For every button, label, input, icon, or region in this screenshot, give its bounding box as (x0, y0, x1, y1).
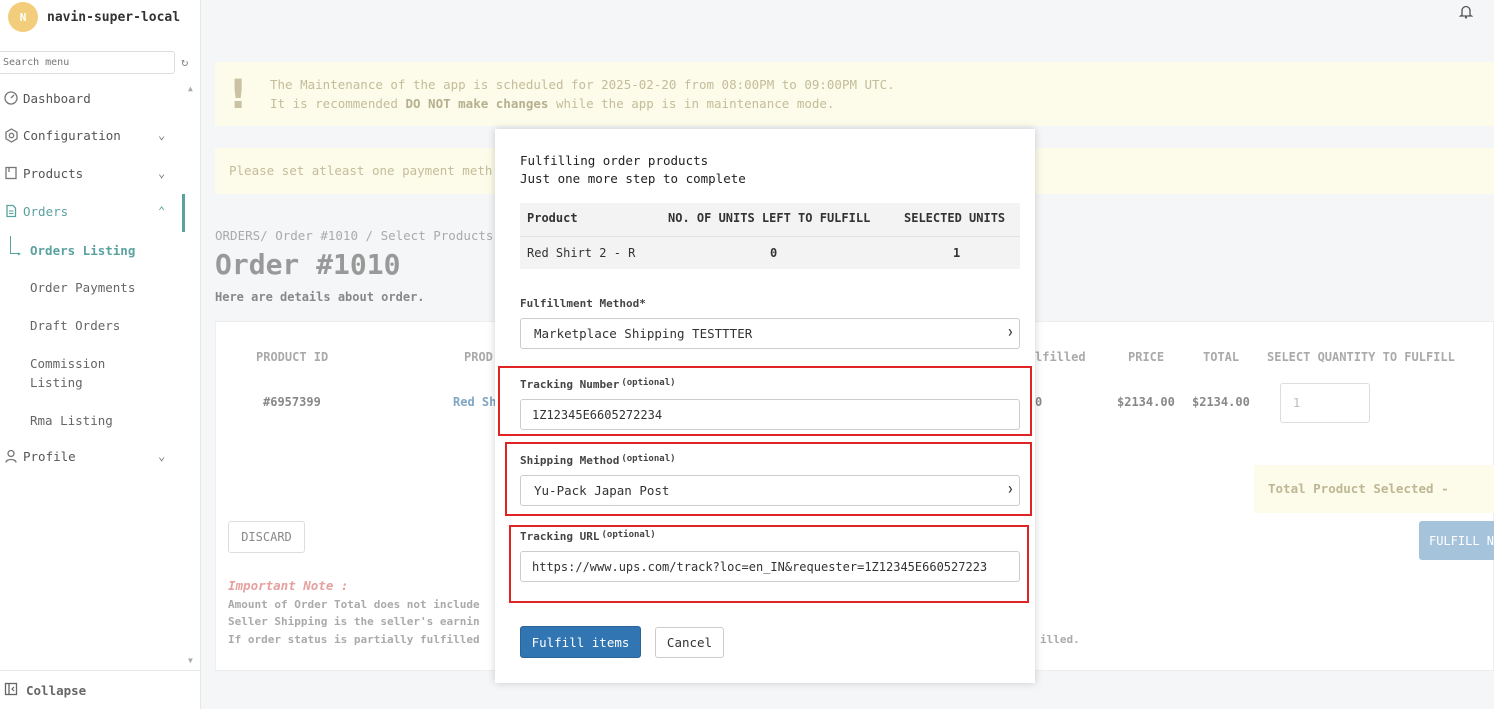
tracking-url-input[interactable] (520, 551, 1020, 582)
sidebar-subitem-rma-listing[interactable]: Rma Listing (30, 411, 113, 430)
sidebar-item-orders[interactable]: Orders ⌃ (0, 203, 165, 219)
refresh-icon[interactable]: ↻ (181, 55, 188, 69)
note-line: If order status is partially fulfilled (228, 633, 480, 646)
sidebar-subitem-commission-listing[interactable]: Commission Listing (30, 354, 105, 392)
sidebar: N navin-super-local ↻ ▲ Dashboard Config… (0, 0, 201, 709)
fulfillment-method-value: Marketplace Shipping TESTTTER (534, 326, 753, 341)
discard-button[interactable]: DISCARD (228, 521, 305, 553)
collapse-sidebar-button[interactable]: Collapse (0, 670, 201, 709)
shipping-method-label: Shipping Method (optional) (520, 454, 676, 467)
note-line-tail: illed. (1040, 633, 1080, 646)
page-title: Order #1010 (215, 248, 401, 281)
store-switcher[interactable]: N navin-super-local (8, 2, 180, 32)
cell-price: $2134.00 (1117, 395, 1175, 409)
active-indicator (182, 194, 185, 232)
sidebar-item-label: Orders (23, 203, 69, 219)
shipping-method-value: Yu-Pack Japan Post (534, 483, 670, 498)
chevron-down-icon: ⌄ (158, 128, 166, 142)
chevron-down-icon: ⌄ (158, 449, 166, 463)
hexagon-gear-icon (3, 127, 19, 143)
sidebar-item-label: Dashboard (23, 90, 91, 106)
warning-icon: ! (229, 72, 248, 118)
tracking-url-label: Tracking URL (optional) (520, 530, 656, 543)
shipping-method-select[interactable]: Yu-Pack Japan Post ❯ (520, 475, 1020, 506)
column-header-total: TOTAL (1203, 350, 1240, 364)
cancel-button[interactable]: Cancel (655, 627, 724, 658)
maintenance-line-1: The Maintenance of the app is scheduled … (270, 77, 895, 92)
maintenance-line-2: It is recommended DO NOT make changes wh… (270, 96, 835, 111)
sidebar-item-label: Configuration (23, 127, 121, 143)
sidebar-subitem-label: Listing (30, 375, 83, 390)
cell-total: $2134.00 (1192, 395, 1250, 409)
note-line: Amount of Order Total does not include (228, 598, 480, 611)
cell-product-id: #6957399 (263, 395, 321, 409)
arrow-right-icon: ▸ (17, 249, 22, 258)
collapse-label: Collapse (26, 682, 87, 698)
fulfill-items-button[interactable]: Fulfill items (520, 626, 641, 658)
sidebar-item-profile[interactable]: Profile ⌄ (0, 448, 165, 464)
sidebar-subitem-order-payments[interactable]: Order Payments (30, 278, 135, 297)
bell-icon[interactable] (1458, 4, 1475, 20)
collapse-panel-icon (4, 682, 18, 699)
chevron-down-icon: ❯ (1007, 328, 1013, 338)
sidebar-subitem-orders-listing[interactable]: Orders Listing (30, 241, 135, 260)
modal-heading: Fulfilling order products (520, 153, 709, 168)
sidebar-item-label: Products (23, 165, 84, 181)
gauge-icon (3, 90, 19, 106)
chevron-down-icon: ❯ (1007, 485, 1013, 495)
tag-icon (3, 165, 19, 181)
modal-subheading: Just one more step to complete (520, 171, 746, 186)
tracking-number-input[interactable] (520, 399, 1020, 430)
modal-cell-units-left: 0 (770, 246, 778, 260)
fulfillment-method-select[interactable]: Marketplace Shipping TESTTTER ❯ (520, 318, 1020, 349)
column-header-product-id: PRODUCT ID (256, 350, 329, 364)
modal-cell-product: Red Shirt 2 - R (527, 246, 636, 260)
maintenance-banner: ! The Maintenance of the app is schedule… (215, 62, 1494, 126)
sidebar-subitem-draft-orders[interactable]: Draft Orders (30, 316, 120, 335)
sidebar-item-dashboard[interactable]: Dashboard (0, 90, 91, 106)
document-icon (3, 203, 19, 219)
quantity-input[interactable] (1280, 383, 1370, 423)
modal-products-table: Product NO. OF UNITS LEFT TO FULFILL SEL… (520, 203, 1020, 269)
cell-fulfilled: 0 (1035, 395, 1043, 409)
sidebar-item-label: Profile (23, 448, 76, 464)
chevron-up-icon: ⌃ (158, 204, 166, 218)
column-header-price: PRICE (1128, 350, 1165, 364)
page-subtitle: Here are details about order. (215, 290, 425, 304)
column-header-product: PROD (464, 350, 493, 364)
chevron-down-icon: ⌄ (158, 166, 166, 180)
store-name: navin-super-local (47, 9, 181, 25)
modal-column-units-left: NO. OF UNITS LEFT TO FULFILL (668, 211, 871, 225)
cell-product-link[interactable]: Red Sh (453, 395, 496, 409)
avatar: N (8, 2, 38, 32)
scroll-up-icon[interactable]: ▲ (188, 84, 193, 93)
total-selected-panel: Total Product Selected - (1254, 465, 1494, 513)
breadcrumb: ORDERS/ Order #1010 / Select Products (215, 228, 494, 243)
search-menu-field[interactable] (0, 51, 175, 74)
modal-cell-selected: 1 (953, 246, 961, 260)
sidebar-subitem-label: Commission (30, 356, 106, 371)
note-line: Seller Shipping is the seller's earnin (228, 615, 480, 628)
important-note-title: Important Note : (228, 578, 349, 593)
scroll-down-icon[interactable]: ▼ (188, 656, 193, 665)
modal-column-selected-units: SELECTED UNITS (904, 211, 1006, 225)
sidebar-item-products[interactable]: Products ⌄ (0, 165, 165, 181)
fulfill-modal: Fulfilling order products Just one more … (495, 129, 1035, 683)
column-header-fulfilled: lfilled (1035, 350, 1086, 364)
search-menu-input[interactable] (0, 52, 174, 73)
modal-column-product: Product (527, 211, 578, 225)
payment-banner-text: Please set atleast one payment meth (229, 163, 493, 178)
column-header-select-quantity: SELECT QUANTITY TO FULFILL (1267, 350, 1455, 364)
fulfill-now-button[interactable]: FULFILL N (1419, 521, 1494, 560)
sidebar-item-configuration[interactable]: Configuration ⌄ (0, 127, 165, 143)
table-row: Red Shirt 2 - R 0 1 (520, 236, 1020, 269)
tracking-number-label: Tracking Number (optional) (520, 378, 676, 391)
fulfillment-method-label: Fulfillment Method* (520, 297, 646, 310)
user-icon (3, 448, 19, 464)
